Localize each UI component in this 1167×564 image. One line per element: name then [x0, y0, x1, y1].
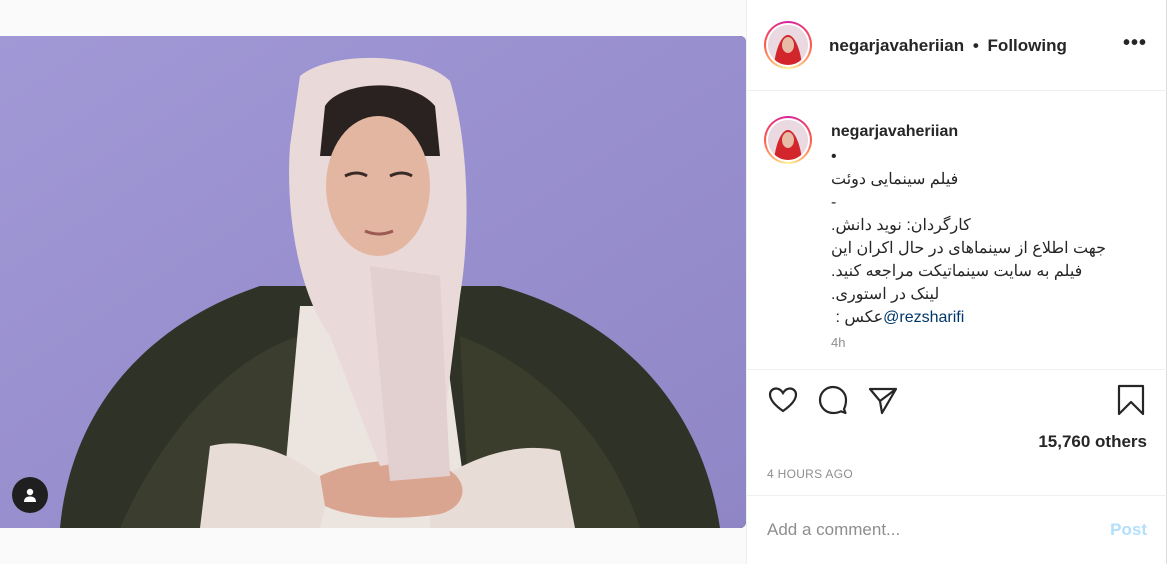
caption-avatar[interactable] [764, 116, 812, 164]
comment-input[interactable] [767, 516, 1087, 544]
caption-line: • [831, 148, 837, 165]
profile-photo [768, 25, 808, 65]
portrait-image [0, 36, 746, 528]
follow-status-button[interactable]: Following [988, 36, 1067, 55]
caption-line: فیلم سینمایی دوئت [831, 171, 959, 188]
person-icon [24, 488, 36, 502]
header-username-link[interactable]: negarjavaheriian [829, 36, 964, 55]
bookmark-icon[interactable] [1115, 384, 1147, 416]
likes-count[interactable]: 15,760 others [1038, 432, 1147, 452]
header-username-row: negarjavaheriian • Following [829, 36, 1067, 56]
caption-timestamp[interactable]: 4h [831, 335, 845, 350]
caption-text: • فیلم سینمایی دوئت - کارگردان: نوید دان… [831, 145, 1141, 329]
page: negarjavaheriian • Following ••• negarja… [0, 0, 1167, 564]
action-bar: 15,760 others [747, 369, 1167, 469]
caption-line: کارگردان: نوید دانش. [831, 217, 971, 234]
more-options-icon[interactable]: ••• [1123, 33, 1147, 53]
mention-link[interactable]: @rezsharifi [883, 309, 964, 326]
post-caption: negarjavaheriian • فیلم سینمایی دوئت - ک… [747, 92, 1167, 368]
comment-form: Post [747, 495, 1167, 564]
caption-credit-line: عکس : @rezsharifi [831, 306, 1141, 329]
post-timestamp[interactable]: 4 HOURS AGO [767, 467, 853, 481]
post-details-panel: negarjavaheriian • Following ••• negarja… [746, 0, 1167, 564]
caption-profile-photo [768, 120, 808, 160]
header-separator: • [972, 36, 979, 55]
credit-prefix: عکس : [831, 309, 884, 326]
caption-line: فیلم به سایت سینماتیکت مراجعه کنید. [831, 263, 1083, 280]
caption-line: - [831, 194, 837, 211]
caption-username-link[interactable]: negarjavaheriian [831, 123, 958, 141]
avatar[interactable] [764, 21, 812, 69]
paper-plane-icon[interactable] [867, 384, 899, 416]
post-photo[interactable] [0, 36, 746, 528]
caption-line: لینک در استوری. [831, 286, 940, 303]
heart-icon[interactable] [767, 384, 799, 416]
post-comment-button[interactable]: Post [1110, 520, 1147, 540]
post-header: negarjavaheriian • Following ••• [747, 0, 1167, 91]
caption-line: جهت اطلاع از سینماهای در حال اکران این [831, 240, 1106, 257]
comment-bubble-icon[interactable] [817, 384, 849, 416]
tagged-users-button[interactable] [12, 477, 48, 513]
